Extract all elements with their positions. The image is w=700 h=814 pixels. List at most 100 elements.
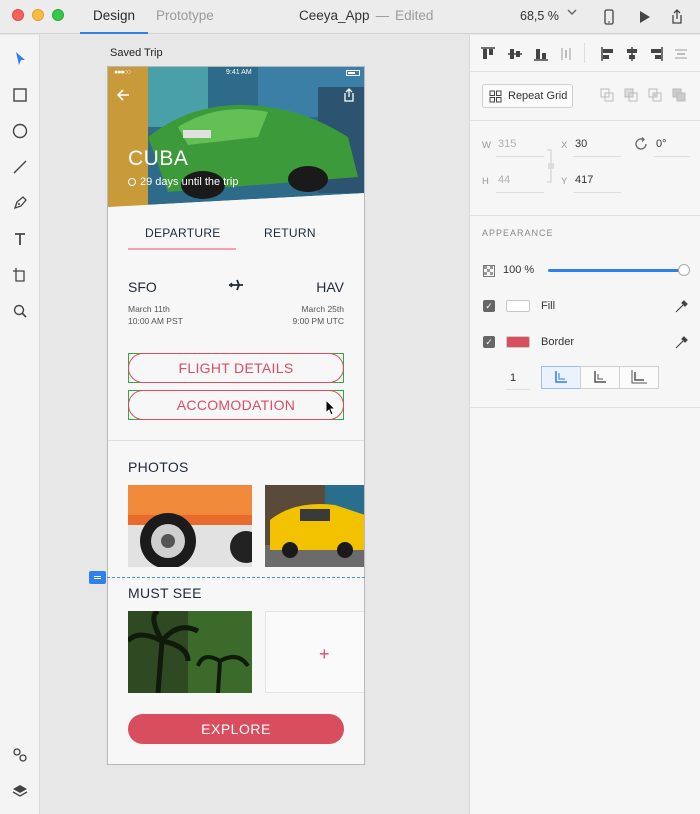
align-top-icon[interactable] — [480, 46, 496, 62]
minimize-window-button[interactable] — [32, 9, 44, 21]
plus-icon[interactable]: + — [319, 644, 330, 665]
border-center-button[interactable] — [580, 366, 620, 389]
guide-line[interactable] — [107, 577, 365, 578]
line-icon[interactable] — [10, 157, 30, 177]
battery-icon — [346, 70, 360, 76]
eyedropper-icon[interactable] — [675, 299, 689, 313]
height-field[interactable]: 44 — [498, 174, 510, 186]
symbols-icon[interactable] — [10, 745, 30, 765]
opacity-slider[interactable] — [548, 269, 686, 272]
y-field[interactable]: 417 — [575, 174, 593, 186]
align-center-icon[interactable] — [624, 46, 640, 62]
tab-departure[interactable]: DEPARTURE — [145, 226, 221, 240]
tab-return[interactable]: RETURN — [264, 226, 316, 240]
align-bottom-icon[interactable] — [533, 46, 549, 62]
device-preview-icon[interactable] — [600, 8, 618, 26]
photo-orange-car[interactable] — [128, 485, 252, 567]
text-icon[interactable] — [10, 229, 30, 249]
title-bar: Design Prototype Ceeya_App — Edited 68,5 % — [0, 0, 700, 34]
ellipse-icon[interactable] — [10, 121, 30, 141]
align-middle-icon[interactable] — [507, 46, 523, 62]
boolean-intersect-icon[interactable] — [648, 88, 663, 103]
arrival-date: March 25th — [301, 304, 344, 314]
hero-image[interactable]: ●●●○○ 9:41 AM CUBA 29 days until the tri… — [108, 67, 364, 207]
signal-dots: ●●●○○ — [114, 69, 131, 76]
flight-details-button[interactable]: FLIGHT DETAILS — [128, 353, 344, 383]
field-underline — [496, 192, 544, 193]
section-divider — [470, 120, 700, 121]
section-divider — [470, 407, 700, 408]
lock-aspect-icon[interactable] — [546, 149, 554, 188]
field-underline — [496, 156, 544, 157]
artboard-title[interactable]: Saved Trip — [110, 47, 163, 59]
departure-date: March 11th — [128, 304, 170, 314]
zoom-icon[interactable] — [10, 301, 30, 321]
distribute-icon[interactable] — [558, 46, 574, 62]
fill-swatch[interactable] — [506, 300, 530, 312]
tab-prototype[interactable]: Prototype — [156, 8, 214, 23]
padding-handle[interactable] — [89, 571, 106, 584]
zoom-level[interactable]: 68,5 % — [520, 9, 559, 23]
artboard-icon[interactable] — [10, 265, 30, 285]
fill-checkbox[interactable]: ✓ — [483, 300, 495, 312]
title-separator: — — [375, 8, 390, 23]
layers-icon[interactable] — [10, 781, 30, 801]
explore-button[interactable]: EXPLORE — [128, 714, 344, 744]
align-left-icon[interactable] — [600, 46, 616, 62]
width-field[interactable]: 315 — [498, 138, 516, 150]
boolean-subtract-icon[interactable] — [624, 88, 639, 103]
opacity-slider-thumb[interactable] — [678, 264, 690, 276]
countdown-label: 29 days until the trip — [140, 176, 239, 188]
width-label: W — [482, 140, 491, 151]
distribute-horizontal-icon[interactable] — [673, 46, 689, 62]
destination-code: HAV — [316, 279, 344, 295]
photo-yellow-car[interactable] — [265, 485, 364, 567]
document-title: Ceeya_App — Edited — [299, 8, 433, 23]
border-label: Border — [541, 336, 575, 348]
border-inside-button[interactable] — [541, 366, 581, 389]
status-time: 9:41 AM — [226, 69, 252, 76]
share-icon[interactable] — [668, 8, 686, 26]
origin-code: SFO — [128, 279, 157, 295]
fill-label: Fill — [541, 300, 556, 312]
tab-design[interactable]: Design — [93, 8, 135, 23]
back-arrow-icon[interactable] — [116, 88, 130, 107]
pen-icon[interactable] — [10, 193, 30, 213]
share-icon[interactable] — [342, 87, 356, 108]
chevron-down-icon[interactable] — [566, 6, 578, 21]
repeat-grid-button[interactable]: Repeat Grid — [482, 84, 573, 108]
tab-underline — [128, 248, 236, 250]
maximize-window-button[interactable] — [52, 9, 64, 21]
play-icon[interactable] — [635, 8, 653, 26]
property-inspector: Repeat Grid W 315 H 44 X 30 Y 417 0° APP… — [469, 35, 700, 814]
border-checkbox[interactable]: ✓ — [483, 336, 495, 348]
add-place-card[interactable]: + — [265, 611, 364, 693]
close-window-button[interactable] — [12, 9, 24, 21]
destination-title: CUBA — [128, 147, 189, 170]
active-tab-indicator — [80, 32, 148, 34]
photos-heading: PHOTOS — [128, 459, 189, 475]
x-field[interactable]: 30 — [575, 138, 587, 150]
rectangle-icon[interactable] — [10, 85, 30, 105]
eyedropper-icon[interactable] — [675, 335, 689, 349]
document-status: Edited — [395, 8, 434, 23]
align-right-icon[interactable] — [648, 46, 664, 62]
photo-palm-trees[interactable] — [128, 611, 252, 693]
border-swatch[interactable] — [506, 336, 530, 348]
accommodation-button[interactable]: ACCOMODATION — [128, 390, 344, 420]
border-width-field[interactable]: 1 — [510, 372, 516, 384]
arrival-time: 9:00 PM UTC — [292, 316, 345, 326]
field-underline — [506, 389, 530, 390]
opacity-field[interactable]: 100 % — [503, 264, 534, 276]
document-name: Ceeya_App — [299, 8, 370, 23]
boolean-add-icon[interactable] — [600, 88, 615, 103]
select-icon[interactable] — [10, 49, 30, 69]
must-see-heading: MUST SEE — [128, 585, 202, 601]
rotation-field[interactable]: 0° — [656, 138, 667, 150]
toolbar-divider — [584, 43, 585, 63]
departure-datetime: March 11th 10:00 AM PST — [128, 303, 183, 327]
rotate-icon — [634, 137, 648, 156]
border-outside-button[interactable] — [619, 366, 659, 389]
boolean-exclude-icon[interactable] — [672, 88, 687, 103]
field-underline — [573, 156, 621, 157]
